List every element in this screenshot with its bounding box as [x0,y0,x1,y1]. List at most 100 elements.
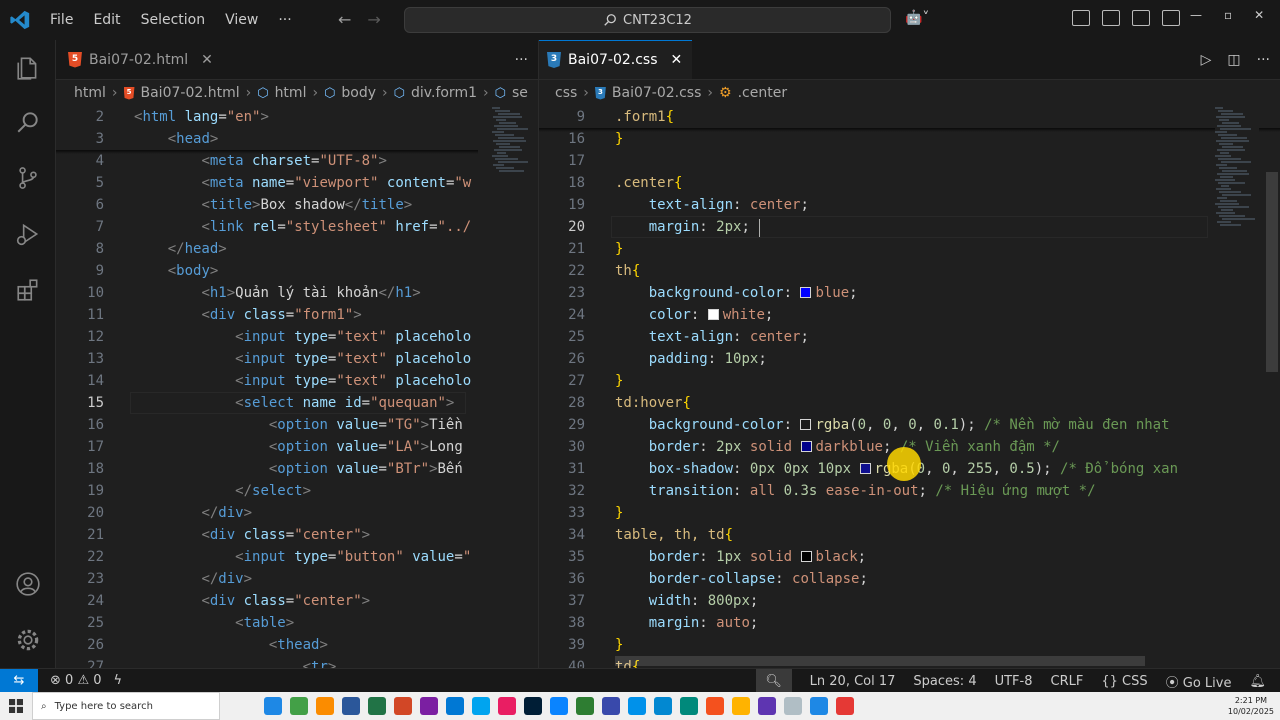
taskbar-app-icon[interactable] [602,697,620,715]
split-editor-icon[interactable]: ◫ [1227,52,1240,68]
customize-layout-icon[interactable] [1072,10,1090,26]
forward-arrow-icon[interactable]: → [367,10,380,29]
breadcrumb-item[interactable]: Bai07-02.css [612,85,702,101]
breadcrumb-item[interactable]: html [74,85,106,101]
run-play-icon[interactable]: ▷ [1201,52,1212,68]
system-clock[interactable]: 2:21 PM 10/02/2025 [1228,695,1274,717]
breadcrumb-item[interactable]: se [512,85,528,101]
line-number: 3 [95,131,104,147]
tab-bar-right: 3 Bai07-02.css ✕ ▷ ◫ ··· [539,40,1280,80]
taskbar-app-icon[interactable] [524,697,542,715]
taskbar-app-icon[interactable] [420,697,438,715]
taskbar-app-icon[interactable] [810,697,828,715]
breadcrumb-item[interactable]: Bai07-02.html [141,85,240,101]
taskbar-app-icon[interactable] [836,697,854,715]
minimize-icon[interactable]: — [1190,8,1202,22]
taskbar-app-icon[interactable] [368,697,386,715]
ports-icon[interactable]: ϟ [114,673,123,688]
breadcrumb-right: css › 3 Bai07-02.css › ⚙ .center [555,85,788,101]
taskbar-app-icon[interactable] [290,697,308,715]
more-actions-icon[interactable]: ··· [1257,52,1270,68]
cursor-position[interactable]: Ln 20, Col 17 [810,674,896,689]
css-code-editor[interactable]: 9 .form1{16} 17 18 .center{19 text-align: ce… [539,106,1280,668]
windows-start-icon[interactable] [0,692,32,720]
html5-file-icon: 5 [68,51,82,68]
code-text: </select> [235,483,312,499]
taskbar-app-icon[interactable] [784,697,802,715]
menu-view[interactable]: View [215,0,268,40]
close-tab-icon[interactable]: ✕ [201,52,213,68]
run-debug-icon[interactable] [12,218,44,250]
line-ending[interactable]: CRLF [1051,674,1084,689]
menu-more[interactable]: ··· [268,0,301,40]
breadcrumb-item[interactable]: css [555,85,577,101]
close-tab-icon[interactable]: ✕ [671,52,683,68]
taskbar-app-icon[interactable] [498,697,516,715]
close-window-icon[interactable]: ✕ [1254,8,1264,22]
tab-css-file[interactable]: 3 Bai07-02.css ✕ [539,40,693,79]
horizontal-scrollbar-thumb[interactable] [615,656,1145,666]
toggle-sidebar-icon[interactable] [1102,10,1120,26]
menu-edit[interactable]: Edit [83,0,130,40]
taskbar-app-icon[interactable] [446,697,464,715]
source-control-icon[interactable] [12,162,44,194]
back-arrow-icon[interactable]: ← [338,10,351,29]
taskbar-app-icon[interactable] [342,697,360,715]
copilot-icon[interactable]: 🤖˅ [905,10,929,26]
encoding[interactable]: UTF-8 [995,674,1033,689]
breadcrumb-item[interactable]: .center [738,85,788,101]
taskbar-app-icon[interactable] [394,697,412,715]
taskbar-app-icon[interactable] [628,697,646,715]
code-line: 27 <tr> [56,656,538,668]
minimap[interactable] [1215,106,1259,246]
line-number: 9 [95,263,104,279]
zoom-icon[interactable]: 🔍︎ [755,669,792,693]
breadcrumb-item[interactable]: html [275,85,307,101]
menu-file[interactable]: File [40,0,83,40]
language-mode[interactable]: {} CSS [1101,674,1147,689]
settings-gear-icon[interactable] [12,624,44,656]
line-number: 25 [87,615,104,631]
taskbar-app-icon[interactable] [576,697,594,715]
taskbar-app-icon[interactable] [732,697,750,715]
taskbar-app-icon[interactable] [472,697,490,715]
taskbar-app-icon[interactable] [264,697,282,715]
notifications-icon[interactable]: 🔔︎ [1249,674,1266,689]
more-actions-icon[interactable]: ··· [515,52,528,68]
code-line: 18 .center{ [539,172,1280,194]
editor-group-left: 5 Bai07-02.html ✕ ··· html › 5 Bai07-02.h… [56,40,538,668]
taskbar-app-icon[interactable] [550,697,568,715]
line-number: 8 [95,241,104,257]
taskbar-app-icon[interactable] [680,697,698,715]
code-line: 20 </div> [56,502,538,524]
indentation[interactable]: Spaces: 4 [913,674,976,689]
taskbar-search-placeholder: Type here to search [54,700,153,712]
line-number: 32 [568,483,585,499]
html-code-editor[interactable]: 2 <html lang="en"> 3 <head> 4 <meta charset… [56,106,538,668]
taskbar-app-icon[interactable] [654,697,672,715]
minimap[interactable] [492,106,536,246]
problems-indicator[interactable]: ⊗ 0 ⚠ 0 [50,673,102,688]
menu-bar: File Edit Selection View ··· [40,0,302,40]
go-live-button[interactable]: ⦿ Go Live [1166,672,1232,691]
toggle-secondary-sidebar-icon[interactable] [1162,10,1180,26]
explorer-icon[interactable] [12,52,44,84]
search-icon [604,14,616,26]
search-icon[interactable] [12,106,44,138]
toggle-panel-icon[interactable] [1132,10,1150,26]
breadcrumb-item[interactable]: body [341,85,376,101]
command-center-search[interactable]: CNT23C12 [404,7,891,33]
restore-icon[interactable]: ▫ [1224,8,1232,22]
taskbar-app-icon[interactable] [758,697,776,715]
extensions-icon[interactable] [12,274,44,306]
breadcrumb-item[interactable]: div.form1 [411,85,477,101]
code-line: 26 <thead> [56,634,538,656]
taskbar-app-icon[interactable] [706,697,724,715]
taskbar-app-icon[interactable] [316,697,334,715]
remote-indicator-icon[interactable]: ⇆ [0,668,38,693]
vertical-scrollbar-thumb[interactable] [1266,172,1278,372]
tab-html-file[interactable]: 5 Bai07-02.html ✕ [56,40,223,79]
taskbar-search[interactable]: ⌕ Type here to search [32,692,220,720]
accounts-icon[interactable] [12,568,44,600]
menu-selection[interactable]: Selection [131,0,216,40]
